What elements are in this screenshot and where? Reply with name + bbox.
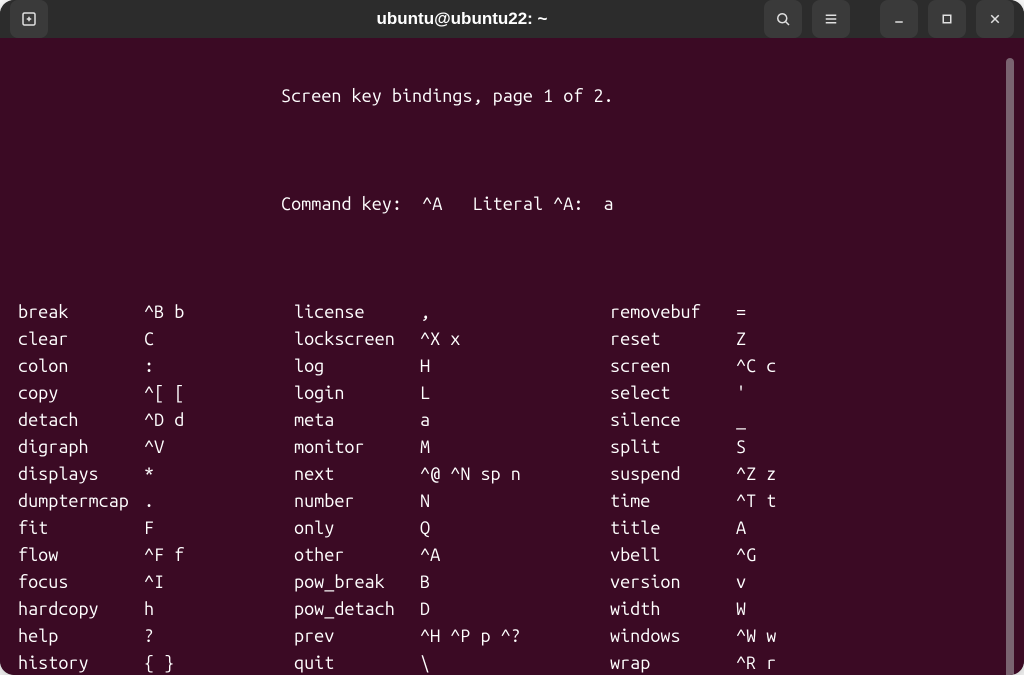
terminal-content: Screen key bindings, page 1 of 2. Comman… — [18, 56, 1004, 675]
terminal-scrollbar[interactable] — [1004, 56, 1016, 675]
maximize-icon — [938, 10, 956, 28]
scrollbar-thumb[interactable] — [1006, 58, 1014, 675]
bindings-col2-keys: , ^X x H L a M ^@ ^N sp n N Q ^A B D ^H … — [420, 299, 610, 675]
bindings-col3-commands: removebuf reset screen select silence sp… — [610, 299, 736, 675]
bindings-table: break clear colon copy detach digraph di… — [18, 299, 1004, 675]
terminal-window: ubuntu@ubuntu22: ~ — [0, 0, 1024, 675]
new-tab-icon — [20, 10, 38, 28]
command-key-line: Command key: ^A Literal ^A: a — [18, 191, 1004, 218]
bindings-col2-commands: license lockscreen log login meta monito… — [294, 299, 420, 675]
menu-button[interactable] — [812, 0, 850, 38]
close-icon — [986, 10, 1004, 28]
maximize-button[interactable] — [928, 0, 966, 38]
window-title: ubuntu@ubuntu22: ~ — [168, 9, 756, 29]
bindings-col1-keys: ^B b C : ^[ [ ^D d ^V * . F ^F f ^I h ? … — [144, 299, 294, 675]
search-button[interactable] — [764, 0, 802, 38]
search-icon — [774, 10, 792, 28]
bindings-col3-keys: = Z ^C c ' _ S ^Z z ^T t A ^G v W ^W w ^… — [736, 299, 816, 675]
minimize-button[interactable] — [880, 0, 918, 38]
close-button[interactable] — [976, 0, 1014, 38]
minimize-icon — [890, 10, 908, 28]
bindings-col1-commands: break clear colon copy detach digraph di… — [18, 299, 144, 675]
titlebar: ubuntu@ubuntu22: ~ — [0, 0, 1024, 38]
bindings-header: Screen key bindings, page 1 of 2. — [18, 83, 1004, 110]
hamburger-icon — [822, 10, 840, 28]
terminal-area[interactable]: Screen key bindings, page 1 of 2. Comman… — [0, 38, 1024, 675]
new-tab-button[interactable] — [10, 0, 48, 38]
